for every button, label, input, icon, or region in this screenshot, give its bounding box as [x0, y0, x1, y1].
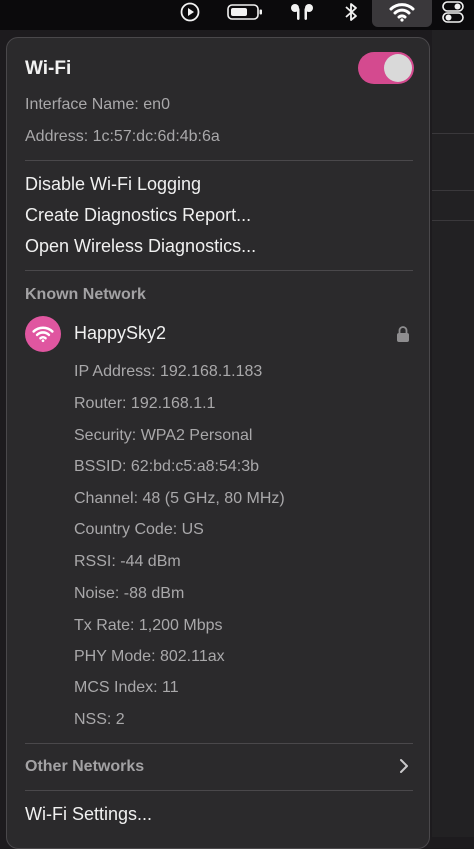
background-divider — [432, 220, 474, 221]
security: Security: WPA2 Personal — [74, 427, 253, 444]
menu-bar — [0, 0, 474, 30]
background-window — [432, 30, 474, 837]
network-wifi-icon[interactable] — [25, 316, 61, 352]
divider — [25, 160, 413, 161]
wifi-icon[interactable] — [384, 0, 420, 24]
known-network-label: Known Network — [25, 286, 146, 303]
wifi-settings-item[interactable]: Wi-Fi Settings... — [25, 804, 152, 825]
open-wireless-diagnostics-item[interactable]: Open Wireless Diagnostics... — [25, 236, 256, 257]
divider — [25, 743, 413, 744]
wifi-toggle[interactable] — [358, 52, 414, 84]
disable-wifi-logging-item[interactable]: Disable Wi-Fi Logging — [25, 174, 201, 195]
network-name[interactable]: HappySky2 — [74, 323, 166, 344]
country-code: Country Code: US — [74, 521, 204, 538]
mcs-index: MCS Index: 11 — [74, 679, 179, 696]
wifi-title: Wi-Fi — [25, 58, 72, 79]
control-center-icon[interactable] — [440, 0, 466, 24]
router: Router: 192.168.1.1 — [74, 395, 216, 412]
interface-name: Interface Name: en0 — [25, 96, 170, 113]
airpods-icon[interactable] — [287, 0, 317, 24]
tx-rate: Tx Rate: 1,200 Mbps — [74, 617, 223, 634]
nss: NSS: 2 — [74, 711, 125, 728]
channel: Channel: 48 (5 GHz, 80 MHz) — [74, 490, 285, 507]
background-divider — [432, 133, 474, 134]
create-diagnostics-report-item[interactable]: Create Diagnostics Report... — [25, 205, 251, 226]
rssi: RSSI: -44 dBm — [74, 553, 181, 570]
play-circle-icon[interactable] — [178, 0, 202, 24]
wifi-menu-panel: Wi-Fi Interface Name: en0 Address: 1c:57… — [6, 37, 430, 849]
ip-address: IP Address: 192.168.1.183 — [74, 363, 263, 380]
bssid: BSSID: 62:bd:c5:a8:54:3b — [74, 458, 260, 475]
battery-icon[interactable] — [226, 0, 264, 24]
phy-mode: PHY Mode: 802.11ax — [74, 648, 225, 665]
mac-address: Address: 1c:57:dc:6d:4b:6a — [25, 128, 220, 145]
toggle-knob[interactable] — [384, 54, 412, 82]
background-divider — [432, 190, 474, 191]
divider — [25, 270, 413, 271]
lock-icon — [396, 325, 410, 348]
noise: Noise: -88 dBm — [74, 585, 185, 602]
chevron-right-icon[interactable] — [399, 758, 409, 779]
bluetooth-icon[interactable] — [340, 0, 362, 24]
divider — [25, 790, 413, 791]
other-networks-item[interactable]: Other Networks — [25, 758, 144, 776]
